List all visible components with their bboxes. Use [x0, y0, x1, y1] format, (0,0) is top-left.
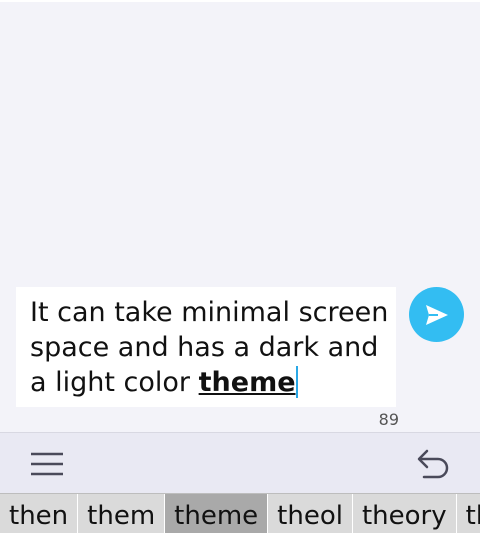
suggestion-item[interactable]: them	[457, 494, 480, 533]
message-area	[0, 2, 480, 284]
compose-text[interactable]: It can take minimal screen space and has…	[30, 295, 390, 400]
word-suggestion-bar: then them theme theol theory them	[0, 493, 480, 533]
suggestion-item[interactable]: then	[0, 494, 79, 533]
compose-field[interactable]: It can take minimal screen space and has…	[16, 287, 396, 407]
undo-button[interactable]	[412, 445, 452, 481]
menu-icon	[31, 452, 63, 476]
send-button[interactable]	[409, 287, 464, 342]
character-count: 89	[378, 410, 399, 429]
send-icon	[425, 304, 448, 325]
suggestion-item[interactable]: them	[78, 494, 166, 533]
compose-toolbar	[0, 432, 480, 493]
text-caret	[295, 366, 298, 398]
undo-icon	[417, 449, 449, 479]
menu-button[interactable]	[28, 449, 66, 479]
suggestion-item-selected[interactable]: theme	[165, 494, 269, 533]
compose-current-word: theme	[198, 367, 296, 398]
suggestion-item[interactable]: theory	[353, 494, 457, 533]
suggestion-item[interactable]: theol	[268, 494, 353, 533]
